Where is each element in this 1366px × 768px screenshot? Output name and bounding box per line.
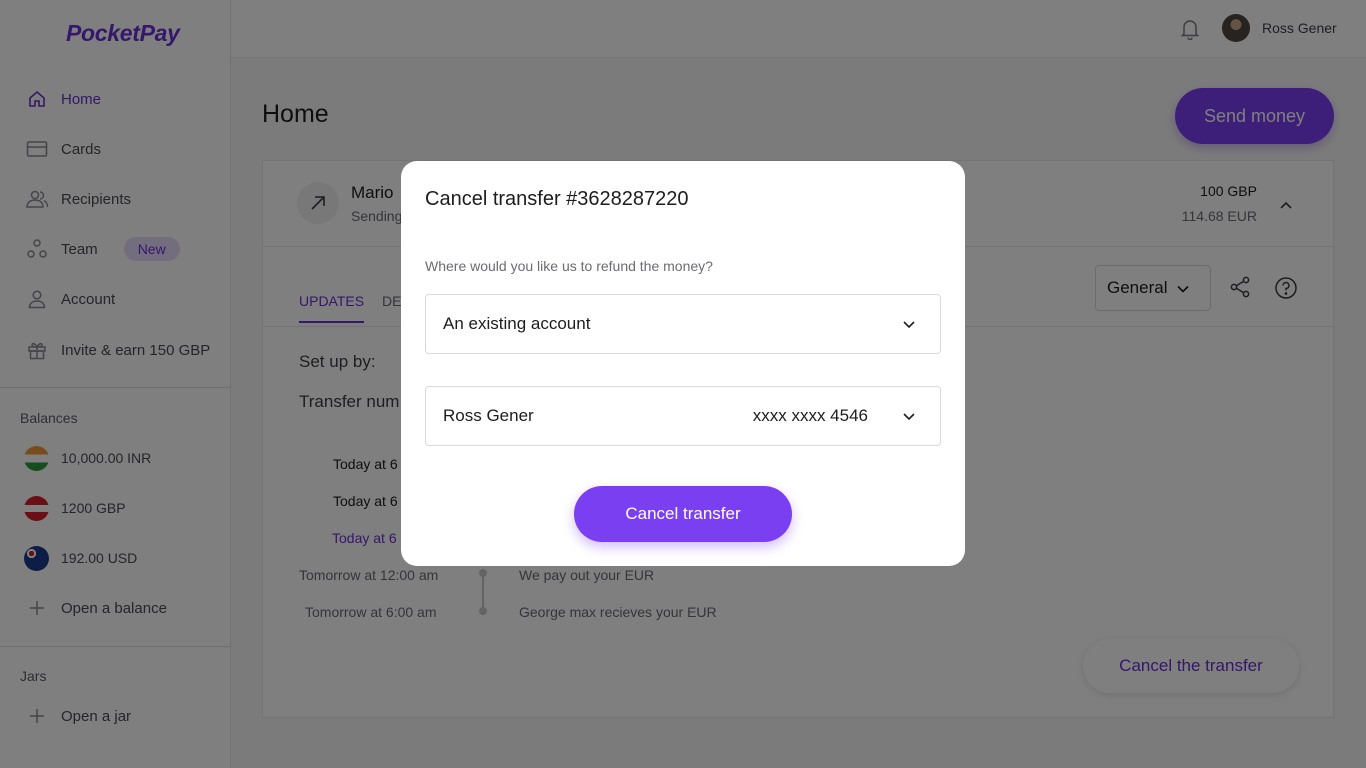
refund-question: Where would you like us to refund the mo… [425,258,713,274]
account-number: xxxx xxxx 4546 [752,406,868,425]
chevron-down-icon [902,314,916,334]
refund-destination-value: An existing account [443,314,591,333]
chevron-down-icon [902,406,916,426]
refund-destination-select[interactable]: An existing account [425,294,941,354]
cancel-transfer-button[interactable]: Cancel transfer [574,486,792,542]
account-holder-name: Ross Gener [443,406,534,425]
dialog-title: Cancel transfer #3628287220 [425,188,689,210]
cancel-transfer-dialog: Cancel transfer #3628287220 Where would … [401,161,965,566]
refund-account-select[interactable]: Ross Gener xxxx xxxx 4546 [425,386,941,446]
